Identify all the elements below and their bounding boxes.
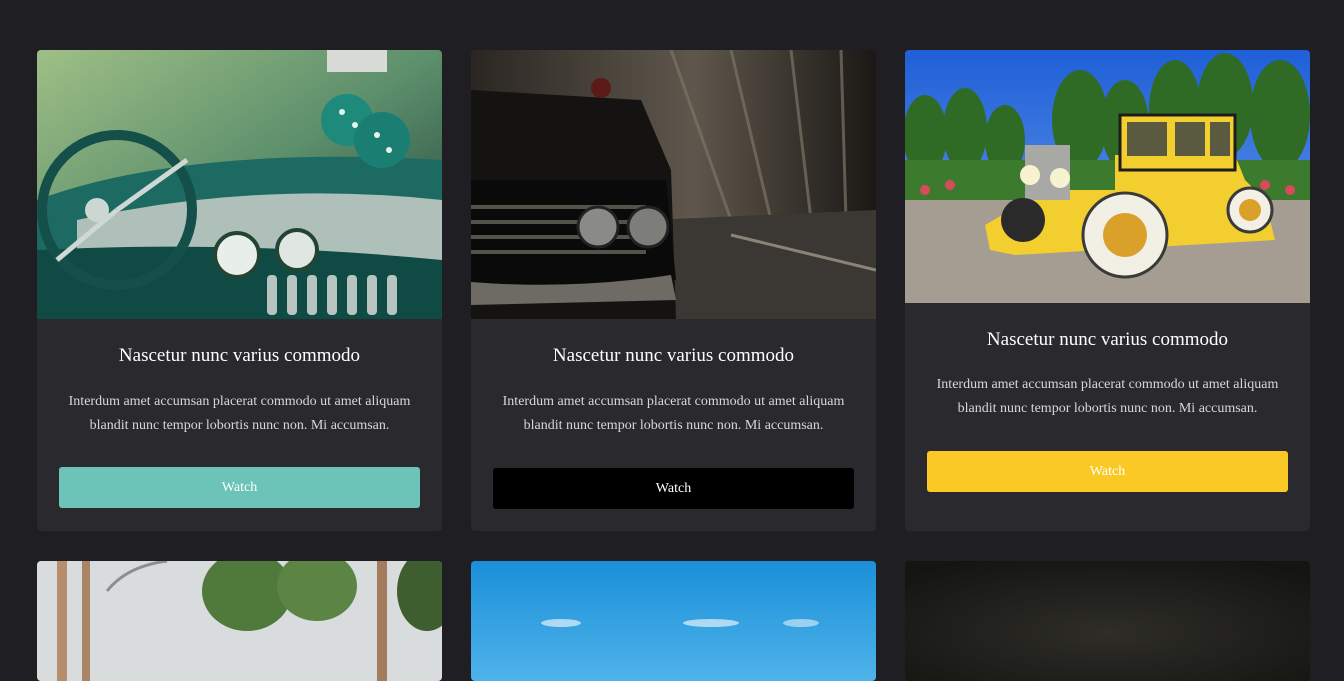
card-title: Nascetur nunc varius commodo xyxy=(986,329,1229,350)
card-1: Nascetur nunc varius commodo Interdum am… xyxy=(37,50,442,531)
palm-trees-image xyxy=(37,561,442,681)
dark-car-image xyxy=(471,50,876,319)
card-title: Nascetur nunc varius commodo xyxy=(118,345,361,366)
card-title: Nascetur nunc varius commodo xyxy=(552,345,795,366)
card-2: Nascetur nunc varius commodo Interdum am… xyxy=(471,50,876,531)
card-description: Interdum amet accumsan placerat commodo … xyxy=(502,394,845,433)
card-3: Nascetur nunc varius commodo Interdum am… xyxy=(905,50,1310,531)
card-4 xyxy=(37,561,442,681)
watch-button[interactable]: Watch xyxy=(927,451,1288,492)
watch-button[interactable]: Watch xyxy=(59,467,420,508)
yellow-car-image xyxy=(905,50,1310,303)
card-6 xyxy=(905,561,1310,681)
card-5 xyxy=(471,561,876,681)
card-description: Interdum amet accumsan placerat commodo … xyxy=(936,377,1279,416)
dark-night-image xyxy=(905,561,1310,681)
car-dashboard-image xyxy=(37,50,442,319)
card-description: Interdum amet accumsan placerat commodo … xyxy=(68,394,411,433)
blue-sky-image xyxy=(471,561,876,681)
watch-button[interactable]: Watch xyxy=(493,468,854,509)
